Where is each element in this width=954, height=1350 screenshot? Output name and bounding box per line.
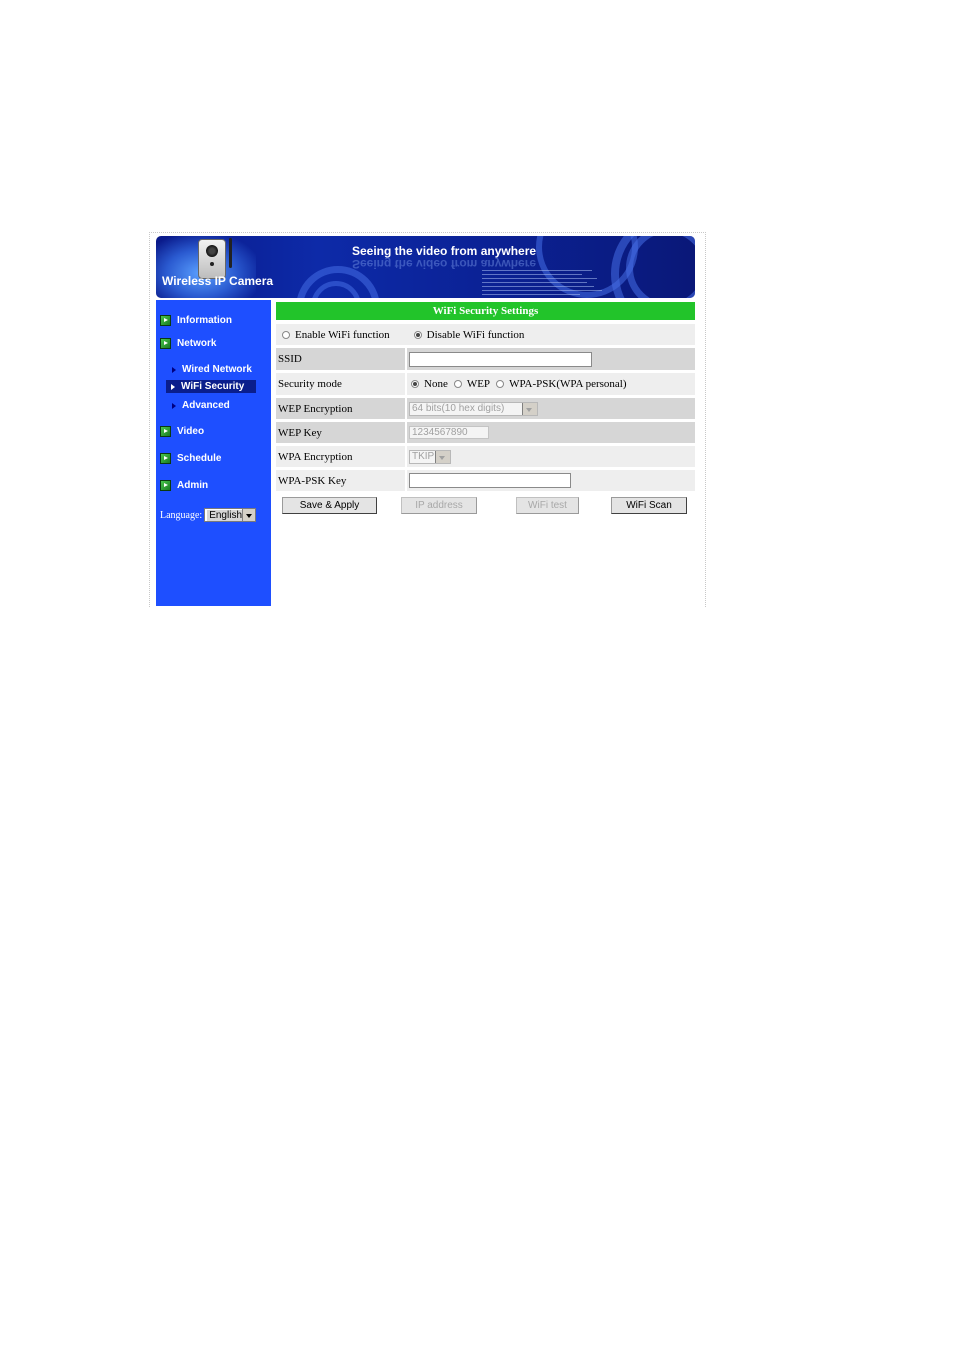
wifi-toggle-row: Enable WiFi function Disable WiFi functi… (276, 324, 695, 345)
banner-title: Wireless IP Camera (162, 274, 274, 288)
mode-wpa-label: WPA-PSK(WPA personal) (509, 378, 627, 390)
save-apply-button[interactable]: Save & Apply (282, 497, 377, 514)
sidebar-item-admin[interactable]: Admin (160, 480, 208, 491)
sidebar-item-label: Information (177, 315, 232, 326)
wep-encryption-select[interactable]: 64 bits(10 hex digits) (409, 401, 538, 416)
sidebar-subitem-wifi-security[interactable]: WiFi Security (166, 380, 257, 393)
sidebar-item-label: Network (177, 338, 217, 349)
wpa-encryption-select[interactable]: TKIP (409, 449, 451, 464)
wpa-psk-key-cell (407, 470, 695, 491)
wpa-encryption-cell: TKIP (407, 446, 695, 467)
sidebar-item-label: Video (177, 426, 205, 437)
wep-key-cell: 1234567890 (407, 422, 695, 443)
green-arrow-icon (160, 338, 171, 349)
triangle-arrow-icon (172, 366, 176, 373)
sidebar: Information Network Wired Network WiFi S… (156, 300, 271, 606)
ssid-cell (407, 348, 695, 370)
wep-encryption-cell: 64 bits(10 hex digits) (407, 398, 695, 419)
security-mode-label: Security mode (276, 373, 405, 395)
sidebar-item-schedule[interactable]: Schedule (160, 453, 221, 464)
green-arrow-icon (160, 426, 171, 437)
wpa-encryption-value: TKIP (412, 451, 435, 462)
banner-fine-text (482, 294, 580, 295)
green-arrow-icon (160, 453, 171, 464)
wpa-psk-key-label: WPA-PSK Key (276, 470, 405, 491)
language-select[interactable]: English (204, 508, 257, 522)
banner-slogan-reflection: Seeing the video from anywhere (352, 257, 537, 271)
chevron-down-icon (435, 450, 450, 463)
header-banner: Wireless IP Camera Seeing the video from… (156, 236, 695, 298)
mode-none-label: None (424, 378, 448, 390)
wep-key-label: WEP Key (276, 422, 405, 443)
mode-none-radio[interactable] (411, 380, 419, 388)
wifi-security-form: WiFi Security Settings Enable WiFi funct… (276, 302, 695, 491)
ip-address-button[interactable]: IP address (401, 497, 477, 514)
banner-fine-text (482, 274, 582, 275)
sidebar-item-label: Admin (177, 480, 209, 491)
wpa-encryption-label: WPA Encryption (276, 446, 405, 467)
wifi-scan-button[interactable]: WiFi Scan (611, 497, 687, 514)
wpa-psk-key-row: WPA-PSK Key (276, 470, 695, 491)
wep-key-input[interactable]: 1234567890 (409, 426, 489, 439)
mode-wpa-radio[interactable] (496, 380, 505, 388)
sidebar-subitem-wired-network[interactable]: Wired Network (170, 364, 252, 375)
banner-fine-text (482, 286, 594, 287)
wifi-test-button[interactable]: WiFi test (516, 497, 579, 514)
banner-deco-ring (626, 236, 695, 298)
sidebar-subitem-advanced[interactable]: Advanced (170, 400, 230, 411)
sidebar-item-label: Schedule (177, 453, 222, 464)
banner-fine-text (482, 282, 587, 283)
sidebar-subitem-label: Advanced (182, 400, 230, 411)
wep-key-row: WEP Key 1234567890 (276, 422, 695, 443)
disable-wifi-radio[interactable] (413, 330, 422, 339)
ssid-row: SSID (276, 348, 695, 370)
language-row: Language: English (160, 508, 257, 522)
chevron-down-icon (242, 509, 256, 521)
form-title: WiFi Security Settings (276, 302, 695, 320)
banner-fine-text (482, 278, 597, 279)
sidebar-item-information[interactable]: Information (160, 315, 232, 326)
green-arrow-icon (160, 315, 171, 326)
wpa-encryption-row: WPA Encryption TKIP (276, 446, 695, 467)
mode-wep-radio[interactable] (453, 380, 462, 388)
sidebar-subitem-label: Wired Network (182, 364, 252, 375)
banner-slogan: Seeing the video from anywhere (352, 244, 537, 258)
enable-wifi-radio[interactable] (282, 330, 290, 339)
camera-logo-icon (198, 239, 226, 279)
ssid-label: SSID (276, 348, 405, 370)
language-value: English (207, 509, 243, 521)
ssid-input[interactable] (409, 351, 592, 367)
wep-encryption-value: 64 bits(10 hex digits) (412, 403, 505, 414)
sidebar-subitem-label: WiFi Security (181, 381, 245, 392)
language-label: Language: (160, 509, 203, 521)
security-mode-cell: None WEP WPA-PSK(WPA personal) (407, 373, 695, 395)
wpa-psk-key-input[interactable] (409, 473, 571, 488)
wifi-toggle-cell: Enable WiFi function Disable WiFi functi… (276, 324, 695, 345)
sidebar-item-network[interactable]: Network (160, 338, 216, 349)
mode-wep-label: WEP (466, 378, 491, 390)
chevron-down-icon (522, 402, 537, 415)
enable-wifi-label: Enable WiFi function (295, 328, 390, 341)
disable-wifi-label: Disable WiFi function (426, 328, 525, 341)
antenna-icon (229, 238, 232, 268)
banner-fine-text (482, 290, 602, 291)
triangle-arrow-icon (171, 383, 175, 390)
security-mode-row: Security mode None WEP WPA-PSK(WPA perso… (276, 373, 695, 395)
wep-encryption-row: WEP Encryption 64 bits(10 hex digits) (276, 398, 695, 419)
sidebar-item-video[interactable]: Video (160, 426, 204, 437)
wep-encryption-label: WEP Encryption (276, 398, 405, 419)
triangle-arrow-icon (172, 402, 176, 409)
green-arrow-icon (160, 480, 171, 491)
